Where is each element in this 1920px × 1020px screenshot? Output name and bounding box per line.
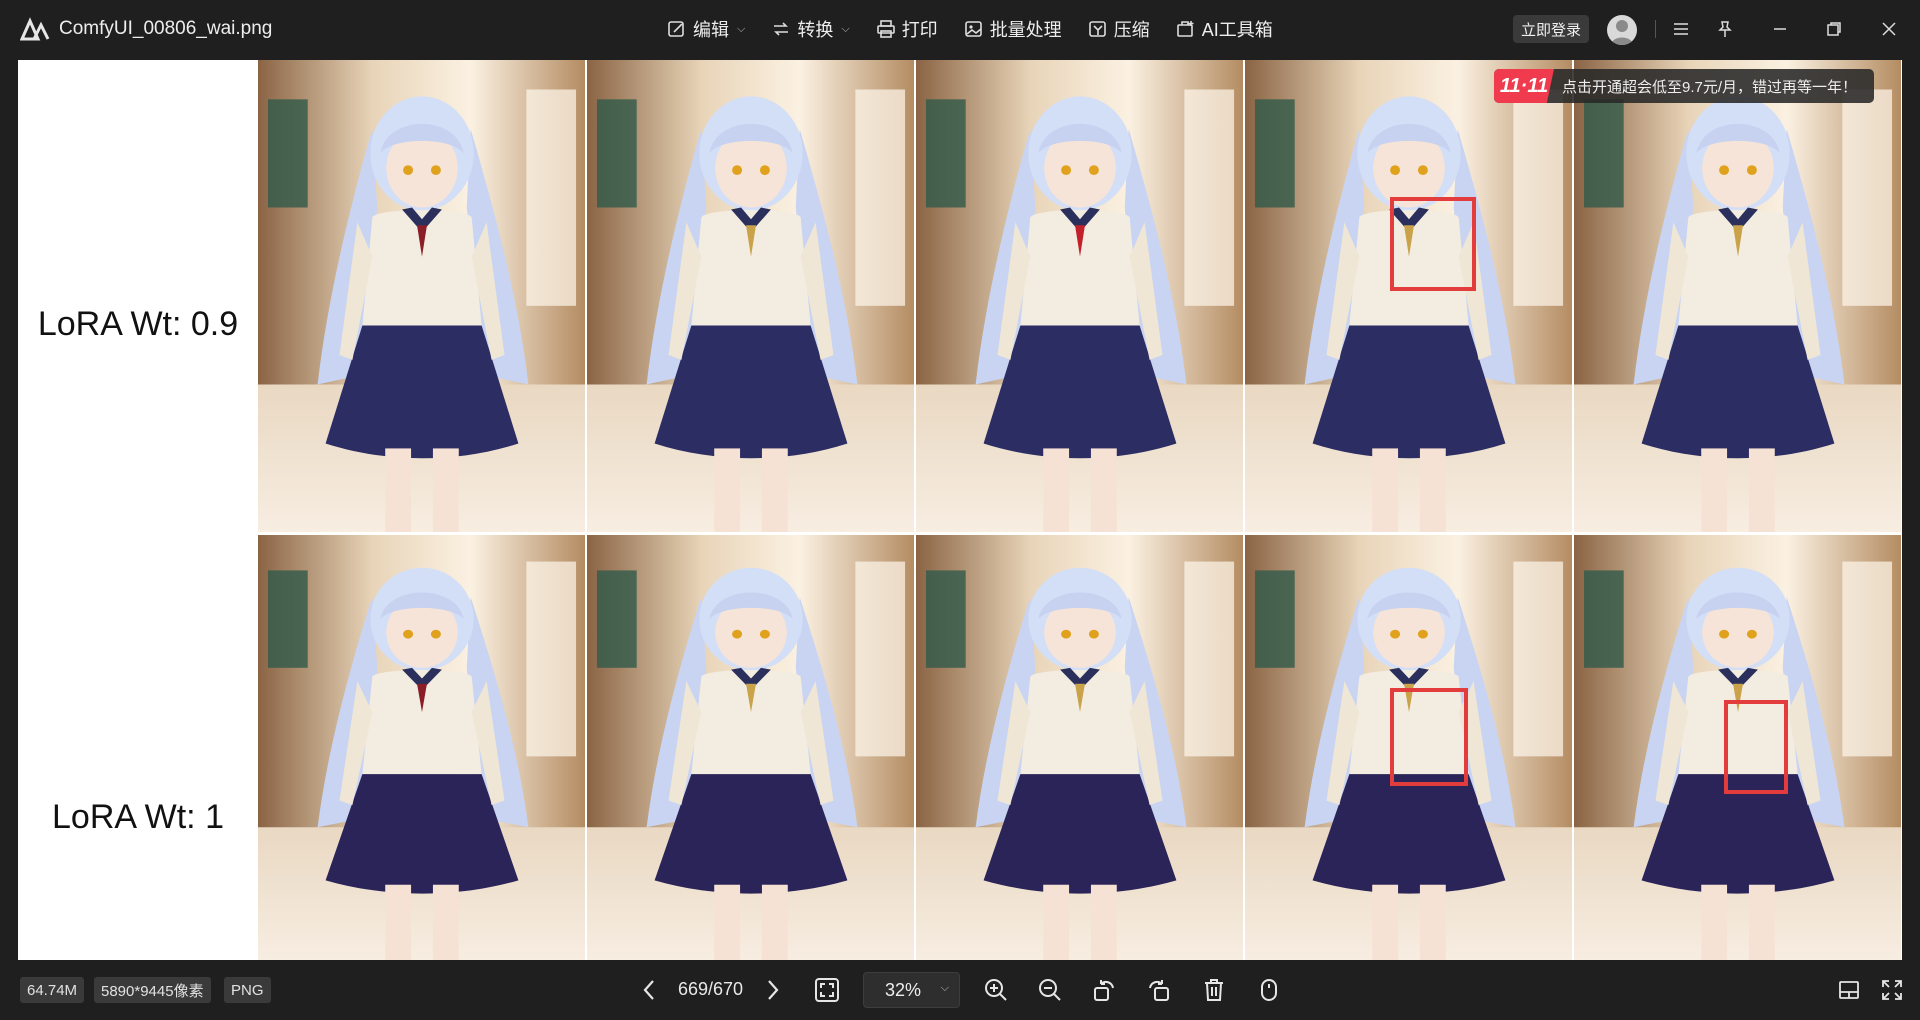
menu-convert[interactable]: 转换 ⌵ — [771, 14, 850, 44]
rotate-right-icon — [1149, 980, 1169, 1001]
page-counter: 669/670 — [678, 979, 744, 999]
chevron-right-icon — [768, 980, 779, 1000]
avatar[interactable] — [1607, 15, 1637, 45]
previous-image-button[interactable] — [636, 977, 662, 1003]
chevron-down-icon: ⌵ — [841, 22, 850, 35]
top-menu: 编辑 ⌵ 转换 ⌵ 打印 批量处理 压缩 AI工具箱 — [667, 14, 1273, 44]
app-logo-icon — [20, 17, 50, 41]
user-icon — [1611, 20, 1633, 45]
zoom-value: 32% — [885, 979, 922, 1000]
fit-window-icon — [815, 978, 839, 1002]
grid-image-r2-c1 — [258, 535, 585, 960]
pin-button[interactable] — [1710, 14, 1740, 44]
close-button[interactable] — [1874, 14, 1904, 44]
menu-ai-toolbox-label: AI工具箱 — [1201, 20, 1273, 40]
grid-image-r1-c2 — [587, 60, 914, 532]
zoom-out-icon — [1039, 979, 1061, 1001]
highlight-box — [1390, 688, 1468, 786]
print-icon — [876, 20, 895, 38]
next-image-button[interactable] — [760, 977, 786, 1003]
rotate-left-icon — [1094, 980, 1114, 1001]
convert-icon — [774, 22, 789, 36]
rotate-right-button[interactable] — [1145, 976, 1173, 1004]
restore-icon — [1827, 22, 1841, 36]
minimize-button[interactable] — [1765, 14, 1795, 44]
status-bar: 64.74M 5890*9445像素 PNG 669/670 32% ⌵ — [0, 960, 1920, 1020]
menu-ai-toolbox[interactable]: AI工具箱 — [1176, 14, 1273, 44]
menu-batch[interactable]: 批量处理 — [964, 14, 1062, 44]
fullscreen-button[interactable] — [1878, 976, 1906, 1004]
zoom-in-button[interactable] — [982, 976, 1010, 1004]
promo-banner[interactable]: 11·11 点击开通超会低至9.7元/月，错过再等一年！ — [1494, 69, 1874, 103]
menu-print[interactable]: 打印 — [876, 14, 938, 44]
zoom-out-button[interactable] — [1036, 976, 1064, 1004]
grid-image-r1-c3 — [916, 60, 1243, 532]
grid-image-r1-c4 — [1245, 60, 1572, 532]
hamburger-icon — [1674, 23, 1688, 35]
menu-compress-label: 压缩 — [1113, 20, 1150, 40]
menu-convert-label: 转换 — [797, 20, 834, 40]
highlight-box — [1724, 700, 1788, 794]
batch-icon — [964, 21, 982, 37]
row-label-2: LoRA Wt: 1 — [52, 798, 224, 836]
rotate-left-button[interactable] — [1090, 976, 1118, 1004]
image-grid — [258, 60, 1902, 960]
file-name: ComfyUI_00806_wai.png — [59, 18, 273, 39]
menu-hamburger-button[interactable] — [1666, 14, 1696, 44]
menu-batch-label: 批量处理 — [989, 20, 1062, 40]
zoom-select[interactable]: 32% ⌵ — [863, 972, 960, 1008]
delete-button[interactable] — [1200, 976, 1228, 1004]
login-button[interactable]: 立即登录 — [1513, 15, 1590, 43]
zoom-in-icon — [985, 979, 1007, 1001]
minimize-icon — [1774, 28, 1786, 30]
edit-icon — [668, 21, 684, 37]
fullscreen-icon — [1882, 980, 1902, 1000]
menu-compress[interactable]: 压缩 — [1088, 14, 1150, 44]
grid-image-r1-c1 — [258, 60, 585, 532]
pin-icon — [1718, 21, 1732, 37]
mouse-mode-button[interactable] — [1255, 976, 1283, 1004]
chevron-left-icon — [643, 980, 654, 1000]
file-size-tag: 64.74M — [20, 977, 85, 1003]
row-label-1: LoRA Wt: 0.9 — [37, 305, 239, 343]
image-viewer[interactable]: LoRA Wt: 0.9 LoRA Wt: 1 — [18, 60, 1902, 960]
promo-badge: 11·11 — [1494, 69, 1554, 103]
grid-image-r2-c3 — [916, 535, 1243, 960]
trash-icon — [1205, 979, 1223, 1001]
highlight-box — [1390, 197, 1476, 291]
chevron-down-icon: ⌵ — [940, 982, 949, 994]
grid-image-r1-c5 — [1574, 60, 1901, 532]
layout-toggle-button[interactable] — [1835, 976, 1863, 1004]
chevron-down-icon: ⌵ — [737, 22, 746, 35]
promo-text: 点击开通超会低至9.7元/月，错过再等一年！ — [1562, 78, 1858, 96]
close-icon — [1882, 22, 1896, 36]
dimensions-tag: 5890*9445像素 — [94, 977, 211, 1003]
menu-edit[interactable]: 编辑 ⌵ — [667, 14, 745, 44]
restore-button[interactable] — [1819, 14, 1849, 44]
menu-print-label: 打印 — [901, 20, 938, 40]
ai-toolbox-icon — [1176, 21, 1194, 37]
row-label-column: LoRA Wt: 0.9 LoRA Wt: 1 — [18, 60, 258, 960]
mouse-icon — [1261, 979, 1277, 1001]
divider — [1655, 20, 1656, 38]
compress-icon — [1088, 21, 1106, 37]
grid-image-r2-c2 — [587, 535, 914, 960]
fit-to-window-button[interactable] — [813, 976, 841, 1004]
menu-edit-label: 编辑 — [693, 20, 729, 40]
title-bar: ComfyUI_00806_wai.png 编辑 ⌵ 转换 ⌵ 打印 批量处理 … — [0, 0, 1920, 59]
layout-icon — [1839, 981, 1859, 999]
format-tag: PNG — [224, 977, 271, 1003]
